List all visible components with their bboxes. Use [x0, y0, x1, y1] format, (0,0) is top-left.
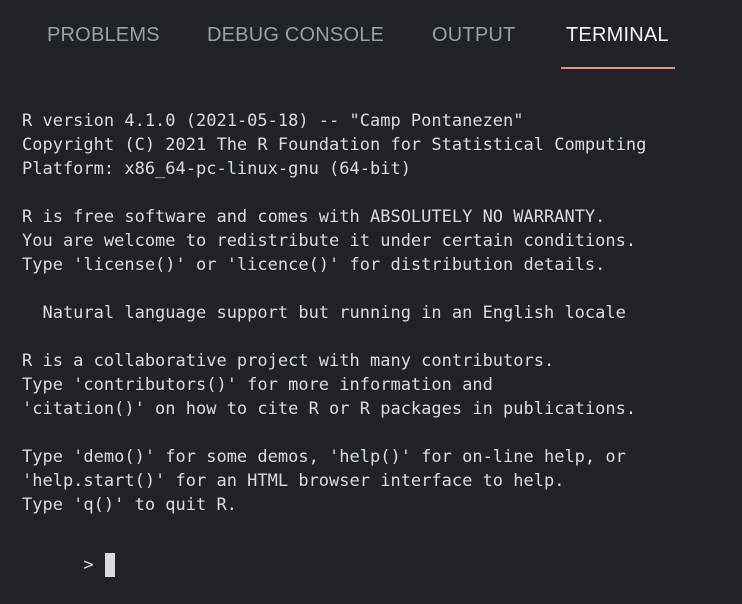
panel-tab-bar: PROBLEMS DEBUG CONSOLE OUTPUT TERMINAL	[0, 0, 742, 72]
tab-problems[interactable]: PROBLEMS	[47, 24, 160, 70]
tab-terminal[interactable]: TERMINAL	[566, 24, 669, 70]
tab-output[interactable]: OUTPUT	[432, 24, 515, 70]
terminal-line: Type 'license()' or 'licence()' for dist…	[22, 255, 606, 275]
terminal-prompt-line[interactable]: >	[22, 529, 732, 577]
terminal-line: 'help.start()' for an HTML browser inter…	[22, 471, 565, 491]
tab-debug-console[interactable]: DEBUG CONSOLE	[207, 24, 384, 70]
terminal-line: R is a collaborative project with many c…	[22, 351, 555, 371]
terminal-line: Platform: x86_64-pc-linux-gnu (64-bit)	[22, 159, 411, 179]
terminal-line: Natural language support but running in …	[22, 303, 626, 323]
terminal-line: Type 'demo()' for some demos, 'help()' f…	[22, 447, 626, 467]
terminal-line: Copyright (C) 2021 The R Foundation for …	[22, 135, 647, 155]
prompt-symbol: >	[83, 555, 94, 575]
text-cursor	[105, 553, 116, 577]
terminal-line: 'citation()' on how to cite R or R packa…	[22, 399, 637, 419]
terminal-line: R version 4.1.0 (2021-05-18) -- "Camp Po…	[22, 111, 524, 131]
terminal-line: R is free software and comes with ABSOLU…	[22, 207, 606, 227]
terminal-output[interactable]: R version 4.1.0 (2021-05-18) -- "Camp Po…	[22, 109, 732, 589]
terminal-line: Type 'contributors()' for more informati…	[22, 375, 493, 395]
terminal-line: You are welcome to redistribute it under…	[22, 231, 637, 251]
terminal-line: Type 'q()' to quit R.	[22, 495, 237, 515]
terminal-panel: PROBLEMS DEBUG CONSOLE OUTPUT TERMINAL R…	[0, 0, 742, 604]
active-tab-indicator	[561, 67, 675, 69]
